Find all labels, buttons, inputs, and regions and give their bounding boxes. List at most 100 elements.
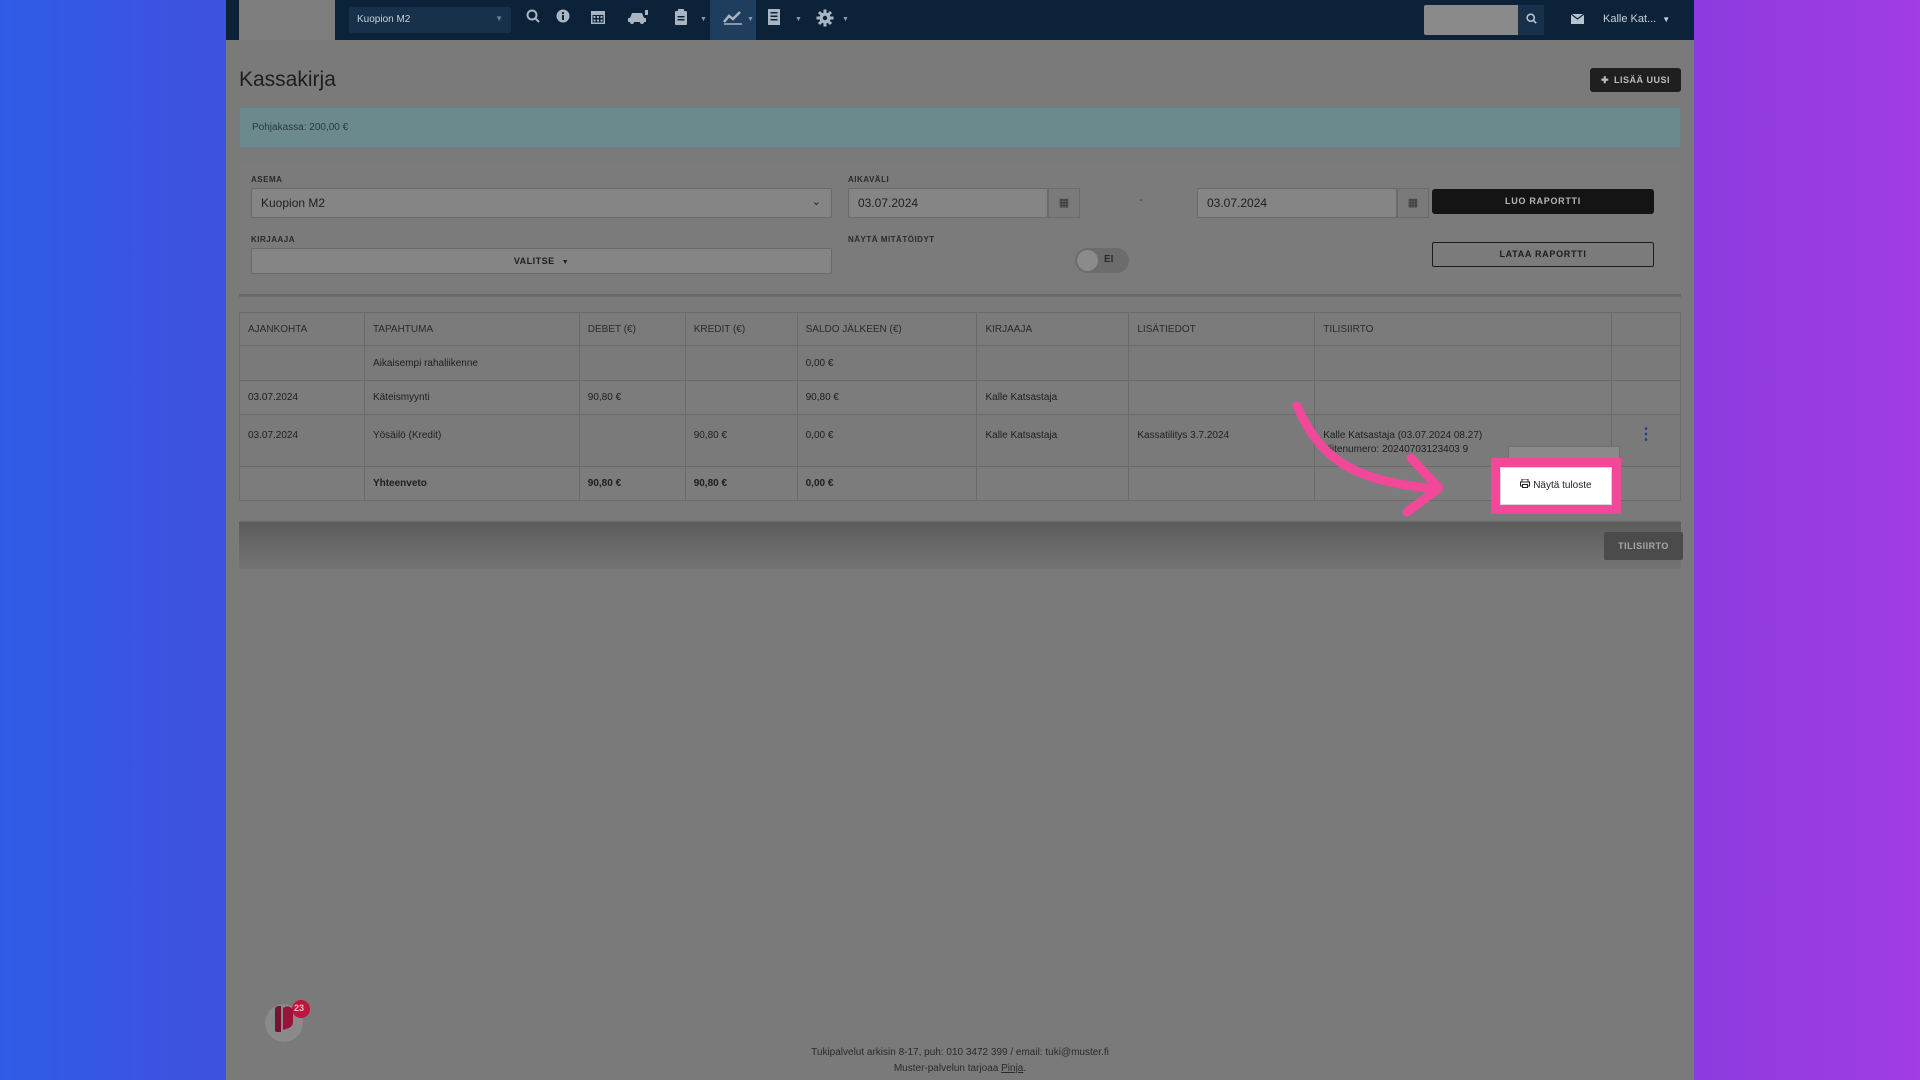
- mail-icon[interactable]: [1570, 12, 1585, 27]
- gear-caret-icon[interactable]: ▼: [842, 16, 849, 23]
- cell: [976, 345, 1130, 381]
- global-search-button[interactable]: [1518, 5, 1544, 35]
- show-printout-label: Näytä tuloste: [1533, 480, 1592, 491]
- asema-select[interactable]: Kuopion M2 ⌄: [251, 188, 832, 218]
- page-title: Kassakirja: [239, 68, 336, 91]
- global-search-input[interactable]: [1424, 5, 1518, 35]
- chevron-down-icon: ▼: [1662, 15, 1671, 24]
- cell: Kalle Katsastaja: [976, 414, 1130, 467]
- cell: Kalle Katsastaja: [976, 380, 1130, 415]
- column-header: KIRJAAJA: [976, 312, 1130, 346]
- add-new-button[interactable]: ✚ LISÄÄ UUSI: [1590, 68, 1681, 92]
- download-report-button[interactable]: LATAA RAPORTTI: [1432, 242, 1654, 267]
- column-header: SALDO JÄLKEEN (€): [796, 312, 978, 346]
- clipboard-icon[interactable]: [674, 9, 688, 31]
- cell: ⋮: [1610, 414, 1682, 467]
- cell: [239, 466, 365, 501]
- create-report-button[interactable]: LUO RAPORTTI: [1432, 189, 1654, 214]
- date-from-input[interactable]: 03.07.2024: [848, 188, 1048, 218]
- column-header: LISÄTIEDOT: [1128, 312, 1316, 346]
- cell: [1610, 466, 1682, 501]
- user-name: Kalle Kat...: [1603, 13, 1657, 25]
- calendar-icon[interactable]: ▦: [1397, 188, 1429, 218]
- kirjaaja-label: KIRJAAJA: [251, 235, 296, 244]
- cell: 0,00 €: [796, 414, 978, 467]
- date-range-separator: -: [1139, 194, 1143, 206]
- cell: [1610, 380, 1682, 415]
- toggle-knob: [1077, 250, 1098, 271]
- asema-label: ASEMA: [251, 175, 283, 184]
- transfer-button[interactable]: TILISIIRTO: [1604, 532, 1683, 560]
- document-icon[interactable]: [767, 9, 781, 31]
- cell: Kassatilitys 3.7.2024: [1128, 414, 1316, 467]
- cell: 0,00 €: [796, 466, 978, 501]
- provider-prefix: Muster-palvelun tarjoaa: [893, 1063, 1002, 1074]
- calendar-icon[interactable]: ▦: [1048, 188, 1080, 218]
- user-menu[interactable]: Kalle Kat... ▼: [1603, 13, 1670, 25]
- date-from-value: 03.07.2024: [858, 196, 919, 210]
- cell: Yhteenveto: [363, 466, 580, 501]
- cell: 90,80 €: [578, 380, 686, 415]
- show-printout-button[interactable]: Näytä tuloste: [1500, 467, 1612, 505]
- support-footer: Tukipalvelut arkisin 8-17, puh: 010 3472…: [226, 1045, 1694, 1077]
- plus-icon: ✚: [1600, 75, 1610, 85]
- station-selector-label: Kuopion M2: [357, 14, 411, 25]
- table-header-row: AJANKOHTA TAPAHTUMA DEBET (€) KREDIT (€)…: [239, 312, 1682, 346]
- clipboard-caret-icon[interactable]: ▼: [700, 16, 707, 23]
- search-icon[interactable]: [526, 9, 540, 29]
- cell: 0,00 €: [796, 345, 978, 381]
- cell: [1314, 345, 1612, 381]
- chevron-down-icon: ▼: [495, 14, 503, 23]
- calendar-icon[interactable]: [590, 9, 606, 31]
- cell: [1128, 345, 1316, 381]
- chat-badge-count: 23: [294, 1003, 305, 1013]
- chat-logo-icon: [265, 1000, 310, 1042]
- car-icon[interactable]: [627, 9, 649, 31]
- cell: [684, 345, 798, 381]
- station-selector[interactable]: Kuopion M2 ▼: [349, 7, 511, 33]
- column-header: AJANKOHTA: [239, 312, 365, 346]
- cell: 90,80 €: [796, 380, 978, 415]
- cell: Yösäilö (Kredit): [363, 414, 580, 467]
- document-caret-icon[interactable]: ▼: [795, 16, 802, 23]
- cell: [684, 380, 798, 415]
- info-bar: Pohjakassa: 200,00 €: [239, 107, 1681, 148]
- cell: [578, 345, 686, 381]
- logo[interactable]: [239, 0, 335, 40]
- cell: [578, 414, 686, 467]
- kirjaaja-value: VALITSE: [513, 256, 555, 266]
- cell: [976, 466, 1130, 501]
- chart-caret-icon[interactable]: ▼: [747, 16, 754, 23]
- table-footer-bar: TILISIIRTO: [239, 521, 1683, 569]
- provider-suffix: .: [1023, 1063, 1027, 1074]
- cell: [239, 345, 365, 381]
- add-new-label: LISÄÄ UUSI: [1614, 75, 1671, 85]
- date-to-input[interactable]: 03.07.2024: [1197, 188, 1397, 218]
- cell: [1610, 345, 1682, 381]
- cell: Aikaisempi rahaliikenne: [363, 345, 580, 381]
- cell: Käteismyynti: [363, 380, 580, 415]
- printer-icon: [1520, 478, 1533, 491]
- chevron-down-icon: ▼: [561, 259, 570, 266]
- kirjaaja-select[interactable]: VALITSE ▼: [251, 248, 832, 274]
- provider-link[interactable]: Pinja: [1001, 1063, 1023, 1074]
- cell: 90,80 €: [684, 414, 798, 467]
- cell: 03.07.2024: [239, 380, 365, 415]
- filter-panel: ASEMA Kuopion M2 ⌄ AIKAVÄLI 03.07.2024 ▦…: [239, 165, 1681, 297]
- cell: 90,80 €: [578, 466, 686, 501]
- cell: 90,80 €: [684, 466, 798, 501]
- cell: [1128, 380, 1316, 415]
- chevron-down-icon: ⌄: [811, 196, 821, 208]
- more-options-icon[interactable]: ⋮: [1638, 426, 1654, 443]
- chat-launcher[interactable]: 23: [265, 998, 311, 1044]
- column-header: TILISIIRTO: [1314, 312, 1612, 346]
- show-voided-toggle[interactable]: EI: [1075, 248, 1129, 273]
- info-icon[interactable]: [556, 9, 570, 29]
- cell: 03.07.2024: [239, 414, 365, 467]
- table-row: Aikaisempi rahaliikenne 0,00 €: [239, 345, 1682, 381]
- gear-icon[interactable]: [816, 9, 834, 33]
- column-header-actions: [1610, 312, 1682, 346]
- cell: [1128, 466, 1316, 501]
- base-cash-text: Pohjakassa: 200,00 €: [252, 122, 349, 133]
- toggle-value: EI: [1104, 254, 1114, 265]
